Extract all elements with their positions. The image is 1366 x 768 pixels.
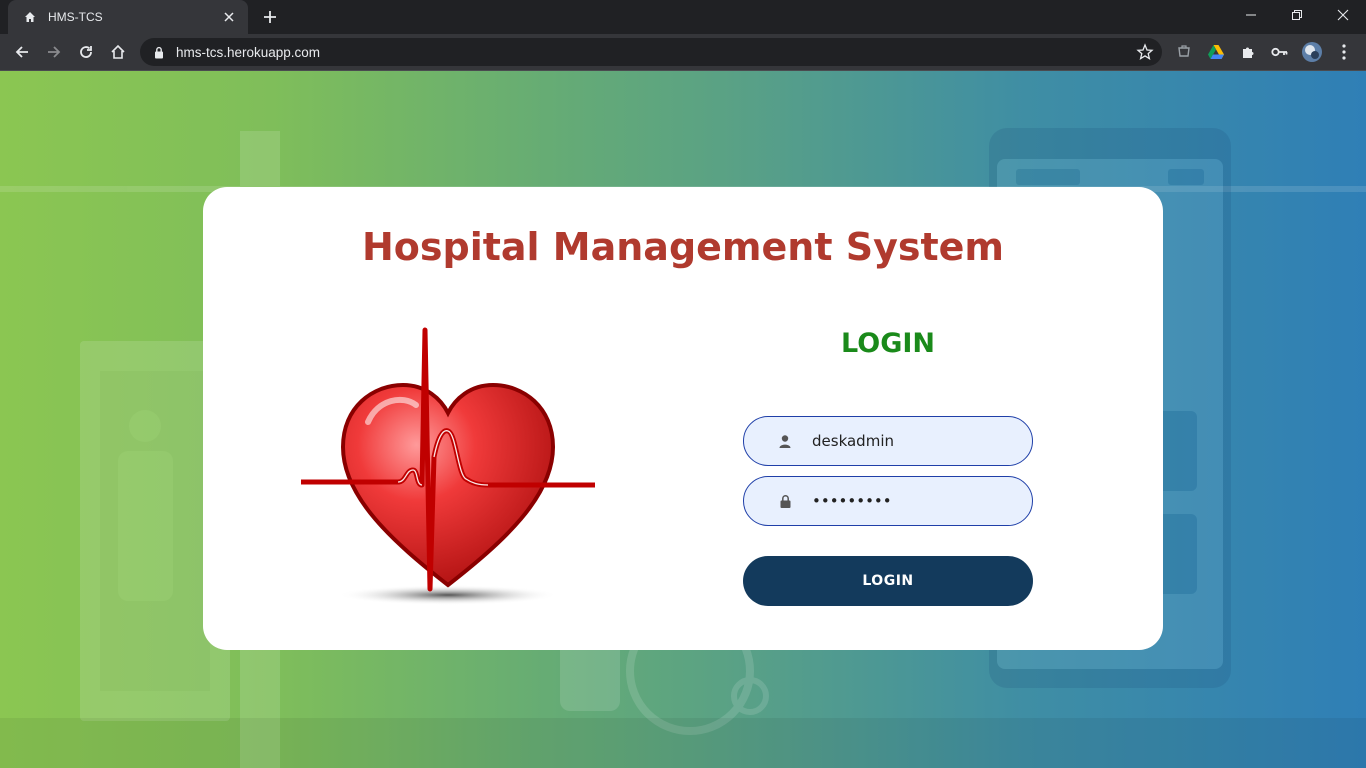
profile-avatar[interactable]: [1298, 38, 1326, 66]
login-card: Hospital Management System LOGIN deskadm…: [203, 187, 1163, 650]
new-tab-button[interactable]: [256, 4, 284, 30]
tab-title: HMS-TCS: [48, 10, 103, 24]
user-icon: [778, 434, 792, 448]
tab-close-icon[interactable]: [220, 8, 238, 26]
page-viewport: Hospital Management System LOGIN deskadm…: [0, 71, 1366, 768]
reload-button[interactable]: [72, 38, 100, 66]
password-input[interactable]: [812, 492, 1012, 510]
back-button[interactable]: [8, 38, 36, 66]
restore-button[interactable]: [1274, 0, 1320, 30]
tab-strip: HMS-TCS: [0, 0, 1366, 34]
home-icon: [22, 9, 38, 25]
address-bar[interactable]: hms-tcs.herokuapp.com: [140, 38, 1162, 66]
page-title: Hospital Management System: [361, 225, 1005, 269]
home-button[interactable]: [104, 38, 132, 66]
forward-button[interactable]: [40, 38, 68, 66]
lock-icon: [778, 494, 792, 508]
url-text: hms-tcs.herokuapp.com: [176, 44, 321, 60]
close-window-button[interactable]: [1320, 0, 1366, 30]
login-button[interactable]: LOGIN: [743, 556, 1033, 606]
more-vertical-icon[interactable]: [1330, 38, 1358, 66]
minimize-button[interactable]: [1228, 0, 1274, 30]
username-field[interactable]: [743, 416, 1033, 466]
extension-icon[interactable]: [1170, 38, 1198, 66]
username-input[interactable]: [812, 432, 1012, 450]
login-heading: LOGIN: [841, 328, 935, 359]
star-icon[interactable]: [1136, 43, 1154, 61]
browser-toolbar: hms-tcs.herokuapp.com: [0, 34, 1366, 70]
password-field[interactable]: [743, 476, 1033, 526]
puzzle-icon[interactable]: [1234, 38, 1262, 66]
key-icon[interactable]: [1266, 38, 1294, 66]
lock-icon: [154, 45, 166, 59]
browser-tab[interactable]: HMS-TCS: [8, 0, 248, 34]
drive-icon[interactable]: [1202, 38, 1230, 66]
heart-pulse-logo: [301, 327, 595, 605]
